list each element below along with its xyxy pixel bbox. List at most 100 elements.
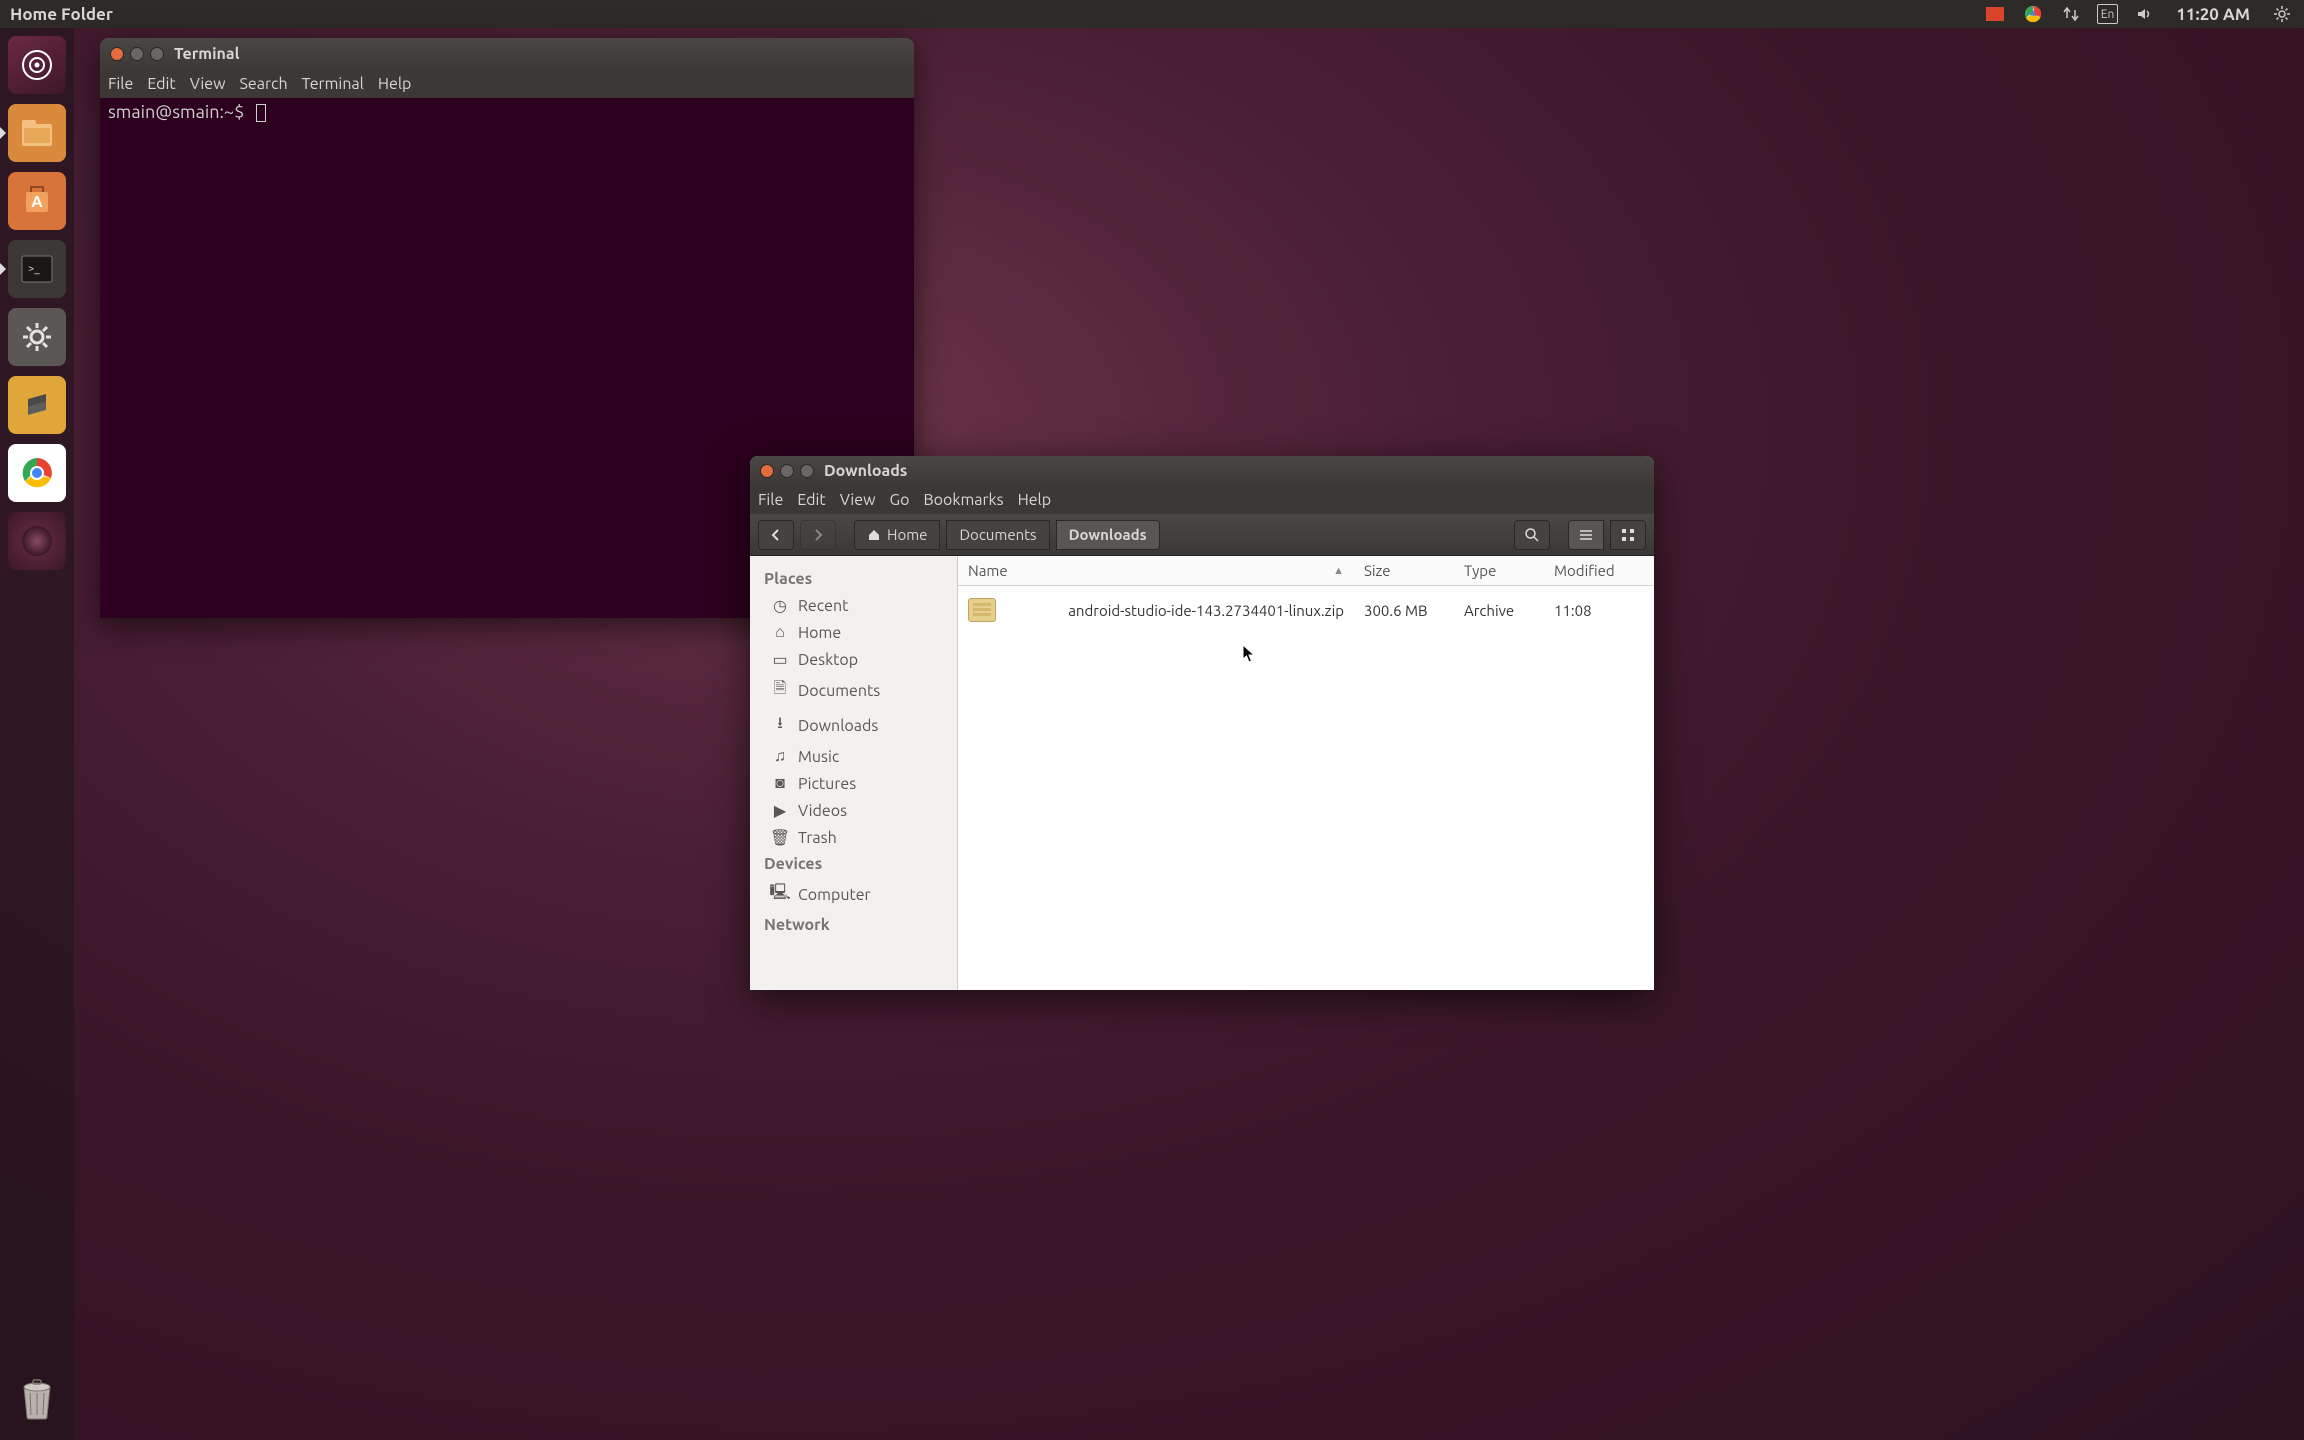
terminal-prompt: smain@smain:~$ [108, 102, 244, 122]
sidebar-videos[interactable]: ▶Videos [750, 797, 957, 824]
file-type: Archive [1454, 596, 1544, 625]
menu-help[interactable]: Help [1018, 491, 1052, 509]
nav-forward-button[interactable] [800, 520, 836, 550]
music-icon: ♫ [772, 747, 788, 766]
filemgr-sidebar: Places ◷Recent ⌂Home ▭Desktop 🗎Documents… [750, 556, 958, 990]
file-manager-window: Downloads File Edit View Go Bookmarks He… [750, 456, 1654, 990]
filemgr-title: Downloads [824, 462, 907, 480]
keyboard-indicator[interactable]: En [2097, 4, 2119, 24]
terminal-cursor [256, 104, 266, 122]
filemgr-menubar: File Edit View Go Bookmarks Help [750, 486, 1654, 514]
launcher-trash[interactable] [8, 1368, 66, 1426]
sidebar-downloads[interactable]: ⭳Downloads [750, 708, 957, 743]
videos-icon: ▶ [772, 801, 788, 820]
home-icon [867, 528, 881, 542]
close-button[interactable] [110, 47, 124, 61]
close-button[interactable] [760, 464, 774, 478]
sidebar-recent[interactable]: ◷Recent [750, 592, 957, 619]
trash-icon: 🗑 [772, 828, 788, 847]
menu-file[interactable]: File [758, 491, 783, 509]
terminal-title: Terminal [174, 45, 239, 63]
maximize-button[interactable] [800, 464, 814, 478]
search-icon [1524, 527, 1540, 543]
launcher-chrome[interactable] [8, 444, 66, 502]
desktop-icon: ▭ [772, 650, 788, 669]
chevron-right-icon [811, 528, 825, 542]
chevron-left-icon [769, 528, 783, 542]
document-icon: 🗎 [772, 677, 788, 704]
computer-icon: 🖳 [772, 881, 788, 908]
filemgr-toolbar: Home Documents Downloads [750, 514, 1654, 556]
active-app-title: Home Folder [10, 5, 113, 24]
clock-icon: ◷ [772, 596, 788, 615]
breadcrumb-home[interactable]: Home [854, 520, 940, 550]
mouse-cursor [1242, 644, 1256, 664]
breadcrumb-documents[interactable]: Documents [946, 520, 1049, 550]
sidebar-trash[interactable]: 🗑Trash [750, 824, 957, 851]
file-row[interactable]: android-studio-ide-143.2734401-linux.zip… [958, 586, 1654, 634]
launcher-sublime[interactable] [8, 376, 66, 434]
sidebar-pictures[interactable]: ◙Pictures [750, 770, 957, 797]
sidebar-music[interactable]: ♫Music [750, 743, 957, 770]
column-modified[interactable]: Modified [1544, 556, 1654, 585]
nav-back-button[interactable] [758, 520, 794, 550]
minimize-button[interactable] [130, 47, 144, 61]
launcher-settings[interactable] [8, 308, 66, 366]
menu-view[interactable]: View [840, 491, 876, 509]
sidebar-devices-header: Devices [750, 851, 957, 877]
menu-go[interactable]: Go [890, 491, 910, 509]
menu-bookmarks[interactable]: Bookmarks [923, 491, 1003, 509]
view-grid-button[interactable] [1610, 520, 1646, 550]
top-menubar: Home Folder En 11:20 AM [0, 0, 2304, 28]
grid-icon [1620, 527, 1636, 543]
menu-view[interactable]: View [190, 75, 226, 93]
download-icon: ⭳ [772, 712, 788, 739]
filemgr-titlebar[interactable]: Downloads [750, 456, 1654, 486]
archive-icon [968, 598, 996, 622]
recording-indicator[interactable] [1983, 4, 2007, 24]
sidebar-documents[interactable]: 🗎Documents [750, 673, 957, 708]
column-type[interactable]: Type [1454, 556, 1544, 585]
launcher-dash[interactable] [8, 36, 66, 94]
menu-edit[interactable]: Edit [147, 75, 175, 93]
sidebar-computer[interactable]: 🖳Computer [750, 877, 957, 912]
network-updown-icon[interactable] [2059, 4, 2083, 24]
menu-terminal[interactable]: Terminal [302, 75, 364, 93]
file-name: android-studio-ide-143.2734401-linux.zip [1068, 602, 1344, 619]
file-list: Name▲ Size Type Modified android-studio-… [958, 556, 1654, 990]
launcher-terminal[interactable]: >_ [8, 240, 66, 298]
maximize-button[interactable] [150, 47, 164, 61]
menu-search[interactable]: Search [240, 75, 288, 93]
list-icon [1578, 527, 1594, 543]
sidebar-desktop[interactable]: ▭Desktop [750, 646, 957, 673]
menu-help[interactable]: Help [378, 75, 412, 93]
menu-edit[interactable]: Edit [797, 491, 825, 509]
home-icon: ⌂ [772, 623, 788, 642]
view-list-button[interactable] [1568, 520, 1604, 550]
file-list-header: Name▲ Size Type Modified [958, 556, 1654, 586]
terminal-titlebar[interactable]: Terminal [100, 38, 914, 70]
clock[interactable]: 11:20 AM [2176, 5, 2250, 24]
launcher-software-center[interactable]: A [8, 172, 66, 230]
sidebar-places-header: Places [750, 566, 957, 592]
column-size[interactable]: Size [1354, 556, 1454, 585]
breadcrumb-downloads[interactable]: Downloads [1056, 520, 1160, 550]
file-size: 300.6 MB [1354, 596, 1454, 625]
file-modified: 11:08 [1544, 596, 1654, 625]
pictures-icon: ◙ [772, 774, 788, 793]
chrome-notify-icon[interactable] [2021, 4, 2045, 24]
sidebar-home[interactable]: ⌂Home [750, 619, 957, 646]
indicator-area: En 11:20 AM [1983, 4, 2294, 24]
sidebar-network-header: Network [750, 912, 957, 938]
column-name[interactable]: Name▲ [958, 556, 1354, 585]
search-button[interactable] [1514, 520, 1550, 550]
session-gear-icon[interactable] [2270, 4, 2294, 24]
sort-asc-icon: ▲ [1333, 565, 1344, 577]
minimize-button[interactable] [780, 464, 794, 478]
sound-icon[interactable] [2132, 4, 2156, 24]
launcher: A >_ [0, 28, 74, 1440]
launcher-files[interactable] [8, 104, 66, 162]
svg-text:>_: >_ [28, 263, 40, 275]
menu-file[interactable]: File [108, 75, 133, 93]
launcher-workspace[interactable] [8, 512, 66, 570]
